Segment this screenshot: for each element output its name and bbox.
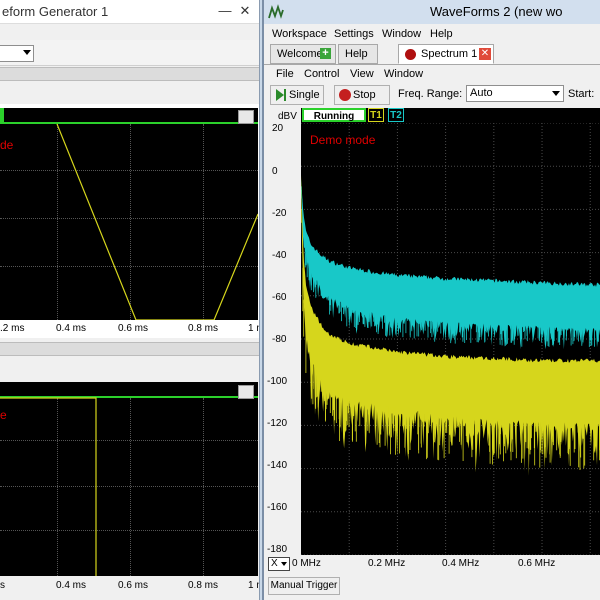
running-status-badge: Running	[302, 108, 366, 122]
y-tick-label: -80	[272, 334, 287, 345]
submenu-file[interactable]: File	[276, 68, 294, 80]
spectrum-plot	[301, 123, 600, 555]
tab-help[interactable]: Help	[338, 44, 378, 64]
waveform-generator-window: eform Generator 1 — ✕ de .2 ms 0.4 ms 0.…	[0, 0, 260, 600]
tab-welcome[interactable]: Welcome +	[270, 44, 336, 64]
menu-help[interactable]: Help	[430, 28, 453, 40]
generator-waveform	[56, 123, 258, 320]
chevron-down-icon	[23, 50, 31, 55]
y-tick-label: -180	[267, 544, 288, 555]
menu-workspace[interactable]: Workspace	[272, 28, 327, 40]
close-tab-icon[interactable]: ✕	[479, 48, 491, 60]
add-tab-icon[interactable]: +	[320, 48, 331, 59]
x-tick-label: 0.2 MHz	[368, 558, 406, 569]
minimize-icon[interactable]: —	[216, 2, 234, 20]
y-tick-label: 0	[272, 166, 278, 177]
x-tick-label: 0.4 MHz	[442, 558, 480, 569]
x-tick-label: 0.6 ms	[118, 323, 149, 334]
app-logo-icon	[268, 4, 284, 19]
manual-trigger-button[interactable]: Manual Trigger	[268, 577, 340, 595]
start-label: Start:	[568, 88, 595, 100]
y-tick-label: -40	[272, 250, 287, 261]
chevron-down-icon	[552, 91, 560, 96]
stop-button[interactable]: Stop	[334, 85, 390, 105]
camera-icon[interactable]	[238, 110, 254, 124]
single-button[interactable]: Single	[270, 85, 324, 105]
spectrum-record-icon	[405, 49, 416, 60]
y-tick-label: -20	[272, 208, 287, 219]
left-window-title: eform Generator 1	[2, 4, 109, 19]
stop-icon	[339, 89, 351, 101]
waveforms-main-window: WaveForms 2 (new wo Workspace Settings W…	[262, 0, 600, 600]
y-unit-label: dBV	[278, 111, 297, 122]
y-tick-label: -100	[267, 376, 288, 387]
x-axis-selector[interactable]: X	[268, 557, 290, 571]
chevron-down-icon	[281, 562, 287, 566]
y-tick-label: -140	[267, 460, 288, 471]
x-tick-label: 1 m	[248, 323, 259, 334]
panel-header-1	[0, 67, 259, 81]
trace-2-badge[interactable]: T2	[388, 108, 404, 122]
x-tick-label: 0.8 ms	[188, 580, 219, 591]
right-window-title: WaveForms 2 (new wo	[430, 4, 563, 19]
x-tick-label: 0.6 MHz	[518, 558, 556, 569]
demo-mode-label: Demo mode	[310, 133, 376, 147]
left-title-bar: eform Generator 1 — ✕	[0, 0, 259, 24]
right-title-bar: WaveForms 2 (new wo	[264, 0, 600, 24]
submenu-control[interactable]: Control	[304, 68, 339, 80]
camera-icon[interactable]	[238, 385, 254, 399]
channel-select[interactable]	[0, 45, 34, 62]
freq-range-select[interactable]: Auto	[466, 85, 564, 102]
menu-settings[interactable]: Settings	[334, 28, 374, 40]
y-tick-label: -160	[267, 502, 288, 513]
x-tick-label: 1 m	[248, 580, 259, 591]
menu-window[interactable]: Window	[382, 28, 421, 40]
y-axis: 20 0 -20 -40 -60 -80 -100 -120 -140 -160…	[264, 123, 301, 555]
y-tick-label: 20	[272, 123, 284, 134]
x-tick-label: 0.8 ms	[188, 323, 219, 334]
tab-divider	[264, 64, 600, 65]
x-tick-label: 0.6 ms	[118, 580, 149, 591]
play-bar-icon	[284, 89, 286, 101]
trace-1-badge[interactable]: T1	[368, 108, 384, 122]
x-tick-label: 0.4 ms	[56, 323, 87, 334]
generator-waveform	[0, 397, 97, 576]
bottom-plot: e	[0, 382, 258, 576]
tab-spectrum[interactable]: Spectrum 1 ✕	[398, 44, 494, 64]
submenu-window[interactable]: Window	[384, 68, 423, 80]
x-tick-label: 0 MHz	[292, 558, 321, 569]
play-icon	[276, 89, 284, 101]
x-tick-label: s	[0, 580, 5, 591]
submenu-view[interactable]: View	[350, 68, 374, 80]
freq-range-label: Freq. Range:	[398, 88, 463, 100]
panel-header-2	[0, 342, 259, 356]
x-tick-label: .2 ms	[0, 323, 25, 334]
close-icon[interactable]: ✕	[236, 2, 254, 20]
left-toolbar	[0, 40, 259, 66]
top-plot: de	[0, 108, 258, 320]
y-tick-label: -120	[267, 418, 288, 429]
x-tick-label: 0.4 ms	[56, 580, 87, 591]
y-tick-label: -60	[272, 292, 287, 303]
